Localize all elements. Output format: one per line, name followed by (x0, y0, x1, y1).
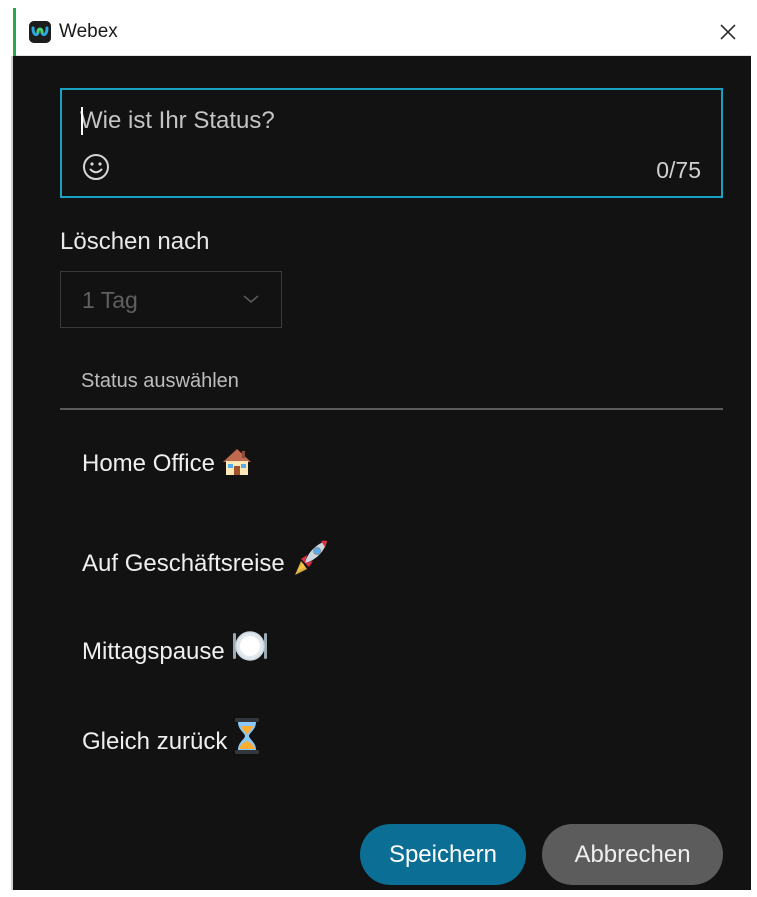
cancel-button[interactable]: Abbrechen (542, 824, 723, 885)
smiley-icon (83, 154, 109, 180)
webex-logo-icon (29, 21, 51, 43)
preset-status-label: Gleich zurück (82, 728, 228, 755)
plate-icon (231, 627, 269, 673)
clear-after-dropdown[interactable]: 1 Tag (60, 271, 282, 328)
text-caret (81, 107, 83, 135)
close-button[interactable] (705, 8, 751, 56)
clear-after-label: Löschen nach (60, 228, 210, 255)
preset-status-label: Home Office (82, 450, 215, 477)
status-dialog: Webex 0/75 Löschen (13, 8, 751, 890)
close-icon (720, 24, 736, 40)
character-counter: 0/75 (656, 157, 701, 183)
preset-status-home-office[interactable]: Home Office (60, 433, 723, 493)
preset-status-business-trip[interactable]: Auf Geschäftsreise (60, 523, 723, 583)
preset-status-lunch-break[interactable]: Mittagspause (60, 613, 723, 673)
preset-status-label: Auf Geschäftsreise (82, 550, 285, 577)
chevron-down-icon (243, 295, 259, 304)
page: Webex 0/75 Löschen (0, 0, 757, 897)
save-button[interactable]: Speichern (360, 824, 526, 885)
preset-status-back-soon[interactable]: Gleich zurück (60, 703, 723, 763)
window-accent-bar (13, 8, 16, 56)
house-icon (221, 447, 253, 485)
preset-status-header: Status auswählen (81, 370, 239, 392)
title-bar: Webex (13, 8, 751, 56)
status-text-box[interactable]: 0/75 (60, 88, 723, 198)
preset-status-label: Mittagspause (82, 638, 225, 665)
status-input[interactable] (80, 104, 680, 138)
clear-after-selected-value: 1 Tag (82, 287, 138, 313)
window-title: Webex (59, 21, 118, 42)
hourglass-icon (233, 717, 261, 763)
emoji-picker-button[interactable] (81, 152, 111, 182)
section-divider (60, 408, 723, 410)
rocket-icon (291, 537, 331, 585)
